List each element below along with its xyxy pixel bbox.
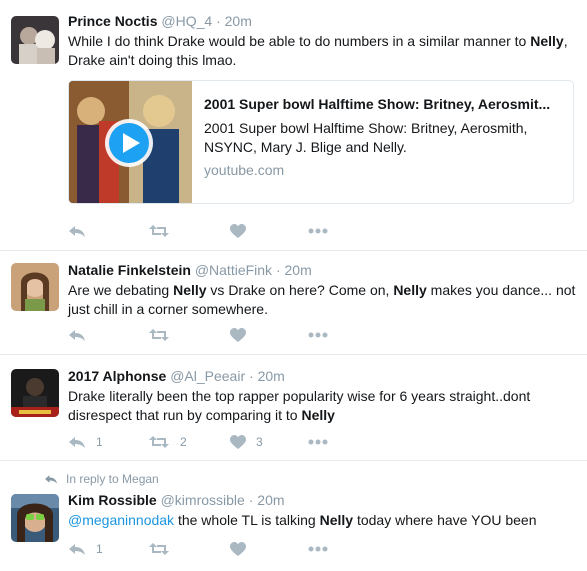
timestamp[interactable]: 20m: [225, 13, 252, 29]
tweet-text: @meganinnodak the whole TL is talking Ne…: [68, 512, 537, 528]
retweet-button[interactable]: 2: [148, 433, 187, 451]
retweet-icon: [149, 543, 169, 555]
keyword: Nelly: [173, 282, 207, 298]
tweet[interactable]: Natalie Finkelstein @NattieFink · 20m Ar…: [0, 251, 587, 355]
more-icon: [308, 332, 328, 338]
mention-link[interactable]: @meganinnodak: [68, 512, 174, 528]
timestamp[interactable]: 20m: [257, 492, 284, 508]
more-button[interactable]: [308, 222, 328, 240]
like-button[interactable]: [230, 326, 246, 344]
reply-icon: [69, 544, 85, 555]
like-button[interactable]: 3: [230, 433, 263, 451]
avatar[interactable]: [11, 369, 59, 417]
retweet-icon: [149, 436, 169, 448]
card-title[interactable]: 2001 Super bowl Halftime Show: Britney, …: [204, 95, 563, 113]
avatar[interactable]: [11, 263, 59, 311]
reply-count: 1: [96, 435, 103, 449]
keyword: Nelly: [393, 282, 427, 298]
tweet-text: Drake literally been the top rapper popu…: [68, 388, 531, 423]
author-name[interactable]: Prince Noctis: [68, 13, 157, 29]
more-button[interactable]: [308, 433, 328, 451]
avatar[interactable]: [11, 16, 59, 64]
reply-icon: [69, 437, 85, 448]
timestamp[interactable]: 20m: [258, 368, 285, 384]
card-domain: youtube.com: [204, 162, 285, 178]
reply-icon: [69, 330, 85, 341]
author-handle[interactable]: @kimrossible: [161, 492, 245, 508]
retweet-icon: [149, 329, 169, 341]
reply-button[interactable]: [68, 326, 86, 344]
like-icon: [230, 434, 246, 449]
author-handle[interactable]: @NattieFink: [195, 262, 272, 278]
retweet-button[interactable]: [148, 540, 170, 558]
more-button[interactable]: [308, 540, 328, 558]
retweet-button[interactable]: [148, 222, 170, 240]
separator: ·: [249, 368, 254, 384]
like-icon: [230, 541, 246, 556]
avatar[interactable]: [11, 494, 59, 542]
retweet-icon: [149, 225, 169, 237]
reply-button[interactable]: [68, 222, 86, 240]
like-icon: [230, 327, 246, 342]
separator: ·: [275, 262, 281, 278]
keyword: Nelly: [319, 512, 354, 528]
tweet-text: Are we debating Nelly vs Drake on here? …: [68, 282, 576, 317]
more-icon: [308, 546, 328, 552]
separator: ·: [248, 492, 254, 508]
retweet-count: 2: [180, 435, 187, 449]
reply-icon: [45, 475, 57, 484]
reply-count: 1: [96, 542, 103, 556]
reply-button[interactable]: 1: [68, 433, 103, 451]
separator: ·: [216, 13, 221, 29]
like-button[interactable]: [230, 540, 246, 558]
tweet[interactable]: Prince Noctis @HQ_4 · 20m While I do thi…: [0, 0, 587, 251]
like-button[interactable]: [230, 222, 246, 240]
link-card[interactable]: 2001 Super bowl Halftime Show: Britney, …: [68, 80, 574, 204]
tweet-text: While I do think Drake would be able to …: [68, 33, 568, 68]
retweet-button[interactable]: [148, 326, 170, 344]
more-icon: [308, 439, 328, 445]
reply-button[interactable]: 1: [68, 540, 103, 558]
author-name[interactable]: 2017 Alphonse: [68, 368, 166, 384]
author-name[interactable]: Kim Rossible: [68, 492, 157, 508]
keyword: Nelly: [530, 33, 564, 49]
like-icon: [230, 223, 246, 238]
author-handle[interactable]: @HQ_4: [161, 13, 212, 29]
keyword: Nelly: [301, 407, 335, 423]
author-name[interactable]: Natalie Finkelstein: [68, 262, 191, 278]
like-count: 3: [256, 435, 263, 449]
tweet[interactable]: 2017 Alphonse @Al_Peeair · 20m Drake lit…: [0, 355, 587, 461]
author-handle[interactable]: @Al_Peeair: [170, 368, 245, 384]
reply-context-text[interactable]: In reply to Megan: [66, 472, 159, 486]
card-description: 2001 Super bowl Halftime Show: Britney, …: [204, 120, 528, 155]
timestamp[interactable]: 20m: [285, 262, 312, 278]
more-icon: [308, 228, 328, 234]
more-button[interactable]: [308, 326, 328, 344]
reply-icon: [69, 226, 85, 237]
video-thumbnail[interactable]: [69, 81, 192, 203]
reply-context[interactable]: In reply to Megan: [44, 472, 159, 486]
